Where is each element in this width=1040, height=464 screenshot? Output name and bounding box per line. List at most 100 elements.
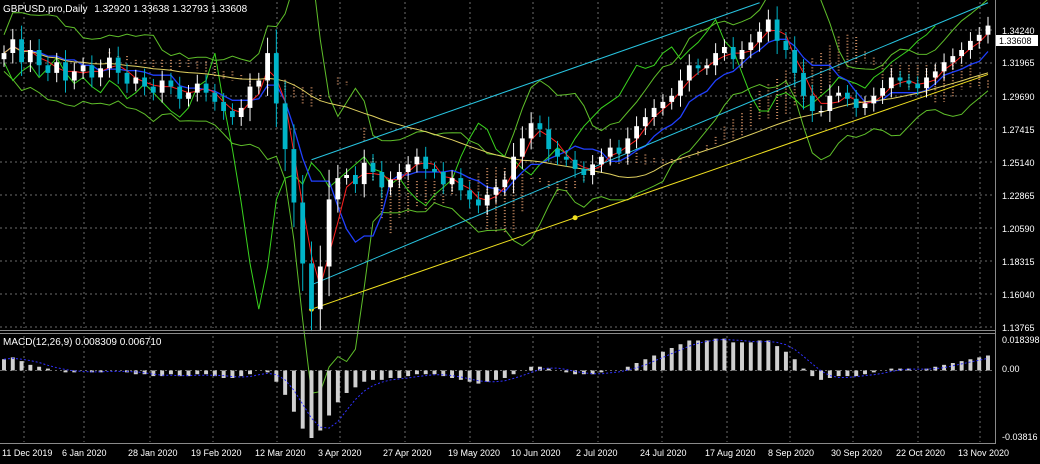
candle — [317, 245, 323, 331]
candle — [115, 46, 121, 84]
candle — [300, 175, 306, 291]
candle-body — [361, 162, 367, 185]
price-tick: 1.20590 — [1002, 224, 1035, 234]
candle-body — [853, 98, 859, 108]
candle — [704, 58, 710, 75]
chart-window[interactable]: GBPUSD.pro,Daily 1.32920 1.33638 1.32793… — [0, 0, 1040, 464]
candle-body — [862, 103, 868, 108]
candle — [309, 241, 314, 332]
date-tick: 17 Aug 2020 — [705, 448, 756, 458]
date-tick: 19 May 2020 — [448, 448, 500, 458]
candle-body — [273, 53, 279, 104]
candle — [467, 181, 472, 209]
price-tick: 1.13765 — [1002, 323, 1035, 333]
candle — [625, 127, 631, 165]
candle-body — [642, 117, 648, 127]
candle-body — [660, 101, 666, 108]
candle — [247, 73, 253, 122]
candle-body — [238, 107, 244, 117]
date-tick: 28 Jan 2020 — [128, 448, 178, 458]
candle-body — [959, 50, 964, 57]
candle — [818, 105, 824, 117]
candle-body — [63, 62, 68, 81]
candle-body — [774, 19, 780, 41]
candle-body — [212, 92, 218, 102]
candle-body — [107, 57, 112, 69]
candle — [660, 94, 666, 116]
candle-body — [678, 80, 683, 96]
candle-body — [792, 50, 798, 73]
candle-body — [546, 129, 552, 150]
candle — [801, 59, 806, 110]
candle-body — [265, 53, 270, 81]
candle-body — [71, 71, 77, 81]
candle-body — [801, 72, 806, 96]
candle-body — [634, 126, 639, 139]
candle-body — [414, 156, 420, 165]
candle — [423, 146, 429, 179]
candle — [581, 161, 587, 183]
candle-body — [985, 25, 991, 35]
candle — [836, 86, 841, 103]
price-tick: 1.31965 — [1002, 58, 1035, 68]
candle — [783, 32, 789, 59]
candle — [71, 62, 77, 90]
candle-body — [590, 164, 595, 176]
candle-body — [54, 62, 60, 73]
time-axis[interactable]: 11 Dec 2019 6 Jan 2020 28 Jan 2020 19 Fe… — [2, 448, 1009, 458]
candle-body — [291, 149, 297, 203]
candle — [669, 88, 675, 110]
candle-body — [616, 147, 622, 154]
candle — [968, 32, 973, 59]
candle-body — [897, 77, 903, 81]
candle — [194, 74, 200, 102]
candle-body — [880, 88, 885, 96]
candle-body — [388, 179, 393, 188]
candle-body — [177, 86, 183, 99]
macd-axis[interactable]: 0.018398 0.00 -0.03816 — [1002, 335, 1040, 442]
candle-body — [888, 77, 894, 89]
candle-body — [713, 53, 718, 66]
candle-body — [19, 39, 24, 63]
candle-body — [300, 202, 306, 264]
price-axis[interactable]: 1.34240 1.31965 1.29690 1.27415 1.25140 … — [1002, 26, 1035, 333]
candle-body — [423, 156, 429, 169]
candle-body — [159, 80, 165, 93]
candle-body — [467, 190, 472, 200]
candle-body — [528, 123, 534, 139]
candle-body — [818, 111, 824, 112]
candle-body — [607, 147, 613, 157]
date-tick: 11 Dec 2019 — [2, 448, 52, 458]
price-tick: 1.22865 — [1002, 191, 1035, 201]
candle — [150, 78, 156, 101]
candle-body — [827, 95, 833, 111]
candle — [19, 25, 24, 76]
candle-body — [976, 34, 982, 41]
candle-body — [519, 138, 525, 157]
trendline-anchor-mid — [572, 215, 578, 221]
candle-body — [809, 95, 815, 111]
chart-canvas[interactable]: GBPUSD.pro,Daily 1.32920 1.33638 1.32793… — [0, 0, 1040, 464]
candle-body — [932, 71, 938, 78]
candle — [757, 22, 762, 52]
date-tick: 2 Jul 2020 — [576, 448, 618, 458]
candle-body — [142, 77, 147, 87]
candle-body — [476, 199, 481, 206]
candle-body — [317, 266, 323, 310]
candle-body — [765, 19, 771, 32]
candle-body — [247, 86, 253, 108]
macd-tick: 0.018398 — [1002, 335, 1040, 345]
candle-body — [493, 187, 499, 195]
candle — [282, 81, 288, 172]
candle-body — [335, 178, 341, 200]
candle-body — [36, 50, 42, 66]
date-tick: 19 Feb 2020 — [191, 448, 242, 458]
candle — [590, 155, 595, 185]
candle — [924, 68, 929, 98]
candle — [291, 124, 297, 228]
candle — [335, 164, 341, 213]
candle-body — [98, 68, 103, 78]
candle — [238, 99, 244, 126]
price-tick: 1.34240 — [1002, 26, 1035, 36]
ascending-trendline — [311, 73, 989, 310]
